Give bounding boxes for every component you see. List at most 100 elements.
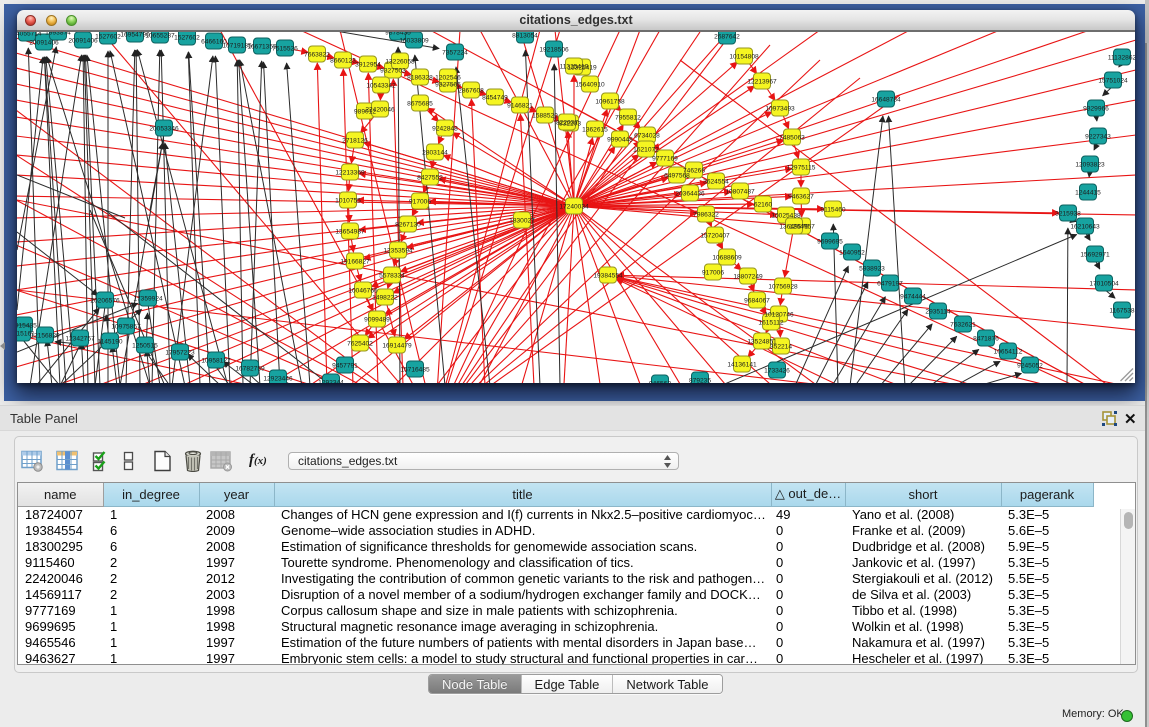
svg-text:13654987: 13654987 <box>335 229 365 236</box>
svg-text:10958127: 10958127 <box>201 358 231 365</box>
svg-text:9457791: 9457791 <box>332 363 358 370</box>
svg-text:9878435: 9878435 <box>385 32 411 37</box>
svg-text:10046766: 10046766 <box>348 288 378 295</box>
svg-text:2718126: 2718126 <box>342 138 368 145</box>
svg-text:822037: 822037 <box>556 120 578 127</box>
svg-text:20053346: 20053346 <box>149 126 179 133</box>
svg-text:1244415: 1244415 <box>1075 190 1101 197</box>
svg-text:10688609: 10688609 <box>712 255 742 262</box>
svg-text:14136141: 14136141 <box>727 362 757 369</box>
svg-text:10154808: 10154808 <box>729 54 759 61</box>
svg-text:8660123: 8660123 <box>330 58 356 65</box>
svg-text:9684067: 9684067 <box>744 298 770 305</box>
svg-text:17957223: 17957223 <box>165 350 195 357</box>
svg-text:2687642: 2687642 <box>714 34 740 41</box>
svg-text:9245052: 9245052 <box>1017 363 1043 370</box>
svg-text:8427552: 8427552 <box>417 175 443 182</box>
svg-text:62160: 62160 <box>754 202 773 209</box>
svg-text:7625402: 7625402 <box>347 341 373 348</box>
svg-text:17010504: 17010504 <box>1089 281 1119 288</box>
svg-text:8267130: 8267130 <box>395 222 421 229</box>
svg-text:9990448: 9990448 <box>607 137 633 144</box>
svg-text:10120746: 10120746 <box>764 312 794 319</box>
svg-text:1993874: 1993874 <box>45 32 71 37</box>
svg-text:10975857: 10975857 <box>111 324 141 331</box>
svg-text:1527602: 1527602 <box>95 34 121 41</box>
svg-text:1615112: 1615112 <box>758 320 784 327</box>
svg-text:9777169: 9777169 <box>652 156 678 163</box>
svg-text:6497568: 6497568 <box>664 173 690 180</box>
svg-text:12975115: 12975115 <box>787 165 816 172</box>
svg-text:1292344: 1292344 <box>318 380 344 384</box>
svg-text:9146821: 9146821 <box>507 103 533 110</box>
svg-text:16033809: 16033809 <box>399 38 429 45</box>
svg-text:9327503: 9327503 <box>380 68 406 75</box>
svg-text:3912954: 3912954 <box>355 62 381 69</box>
svg-text:13226058: 13226058 <box>385 59 415 66</box>
svg-text:1167538: 1167538 <box>1109 308 1135 315</box>
svg-text:16782759: 16782759 <box>235 366 265 373</box>
svg-text:12213967: 12213967 <box>747 79 777 86</box>
svg-text:10961758: 10961758 <box>595 99 625 106</box>
svg-text:2935114: 2935114 <box>925 309 951 316</box>
svg-text:22420046: 22420046 <box>365 107 395 114</box>
svg-text:6734028: 6734028 <box>634 133 660 140</box>
svg-text:16914479: 16914479 <box>382 343 412 350</box>
svg-text:5578334: 5578334 <box>379 273 405 280</box>
svg-text:6479197: 6479197 <box>877 281 903 288</box>
svg-text:1733426: 1733426 <box>764 368 790 375</box>
svg-text:12213369: 12213369 <box>335 170 365 177</box>
svg-text:1202546: 1202546 <box>435 75 461 82</box>
svg-text:11325419: 11325419 <box>560 64 589 71</box>
svg-text:8454749: 8454749 <box>482 95 508 102</box>
svg-text:20206576: 20206576 <box>90 298 120 305</box>
svg-text:8186328: 8186328 <box>407 75 433 82</box>
svg-text:7515526: 7515526 <box>272 46 298 53</box>
svg-text:1527602: 1527602 <box>174 35 200 42</box>
svg-text:20364436: 20364436 <box>675 191 705 198</box>
svg-text:18807249: 18807249 <box>733 274 763 281</box>
svg-text:9329966: 9329966 <box>1083 106 1109 113</box>
svg-text:17359924: 17359924 <box>133 296 163 303</box>
svg-text:20091406: 20091406 <box>29 40 59 47</box>
svg-text:10973493: 10973493 <box>765 106 795 113</box>
svg-text:10025438: 10025438 <box>771 213 801 220</box>
svg-text:917006: 917006 <box>409 199 431 206</box>
svg-text:879235: 879235 <box>689 378 711 384</box>
svg-text:9474444: 9474444 <box>900 294 926 301</box>
svg-text:9699695: 9699695 <box>817 239 843 246</box>
svg-text:1250515: 1250515 <box>132 343 158 350</box>
svg-text:12923446: 12923446 <box>263 376 293 383</box>
svg-text:13649575: 13649575 <box>779 224 809 231</box>
svg-text:917006: 917006 <box>702 270 724 277</box>
svg-text:9242848: 9242848 <box>432 126 458 133</box>
svg-text:20091406: 20091406 <box>68 38 98 45</box>
svg-text:8471876: 8471876 <box>973 336 999 343</box>
svg-text:1145190: 1145190 <box>97 339 123 346</box>
svg-text:15720407: 15720407 <box>700 233 730 240</box>
svg-text:16210643: 16210643 <box>1070 224 1100 231</box>
svg-text:14055714: 14055714 <box>17 32 42 38</box>
svg-text:7986322: 7986322 <box>693 212 719 219</box>
svg-text:9227343: 9227343 <box>1085 134 1111 141</box>
svg-text:7357224: 7357224 <box>442 50 468 57</box>
svg-text:1640952: 1640952 <box>839 250 865 257</box>
svg-text:12156829: 12156829 <box>30 333 60 340</box>
svg-text:3215938: 3215938 <box>1055 211 1081 218</box>
svg-text:1010755: 1010755 <box>335 198 361 205</box>
svg-text:1830027: 1830027 <box>509 218 535 225</box>
svg-text:7632621: 7632621 <box>950 322 976 329</box>
svg-text:2867608: 2867608 <box>458 88 484 95</box>
svg-text:3624554: 3624554 <box>703 179 729 186</box>
svg-text:5938923: 5938923 <box>859 266 885 273</box>
svg-text:7663822: 7663822 <box>304 52 330 59</box>
svg-text:7485063: 7485063 <box>779 135 805 142</box>
svg-text:15640910: 15640910 <box>575 82 605 89</box>
svg-text:352214: 352214 <box>770 344 792 351</box>
svg-text:3915485: 3915485 <box>17 323 37 330</box>
svg-text:15692971: 15692971 <box>1080 252 1110 259</box>
svg-text:1588520: 1588520 <box>532 113 558 120</box>
svg-text:10655287: 10655287 <box>145 33 175 40</box>
svg-text:10654112: 10654112 <box>994 349 1023 356</box>
svg-text:9463627: 9463627 <box>788 194 814 201</box>
